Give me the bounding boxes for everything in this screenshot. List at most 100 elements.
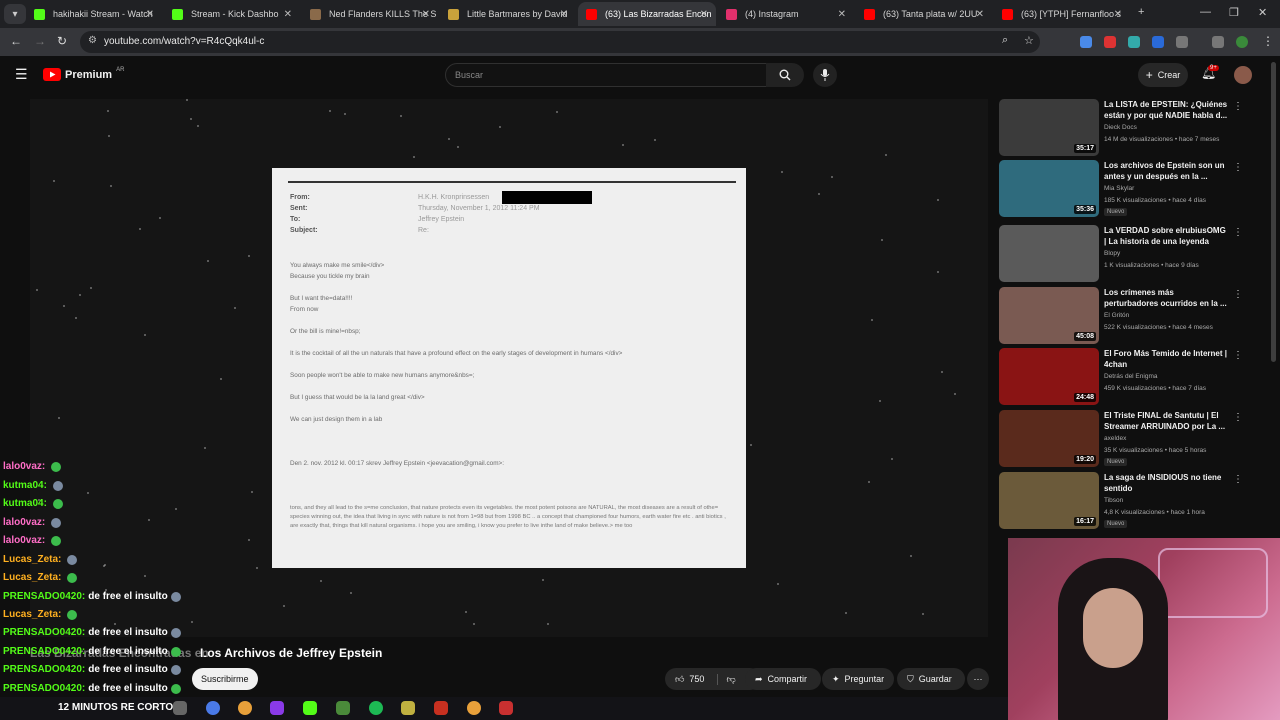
chrome-icon[interactable] <box>467 701 481 715</box>
close-icon[interactable]: ✕ <box>422 9 430 20</box>
close-icon[interactable]: ✕ <box>700 9 708 20</box>
browser-tab[interactable]: hakihakii Stream - Watch ✕ <box>26 2 162 26</box>
browser-tab[interactable]: (63) Tanta plata w/ 2UU ✕ <box>856 2 992 26</box>
close-icon[interactable]: ✕ <box>976 9 984 20</box>
taskbar-app-icon[interactable] <box>173 701 187 715</box>
taskbar-app-icon[interactable] <box>499 701 513 715</box>
extension-icon[interactable] <box>1152 36 1164 48</box>
browser-tab[interactable]: Stream - Kick Dashbo ✕ <box>164 2 300 26</box>
recommended-title[interactable]: La LISTA de EPSTEIN: ¿Quiénes están y po… <box>1104 99 1228 121</box>
close-icon[interactable]: ✕ <box>146 9 154 20</box>
like-count[interactable]: 750 <box>689 674 704 684</box>
more-actions-button[interactable]: ⋯ <box>967 668 989 690</box>
channel-name[interactable]: axeldex <box>1104 435 1126 442</box>
url-text[interactable]: youtube.com/watch?v=R4cQqk4ul-c <box>104 36 264 47</box>
extensions-puzzle-icon[interactable] <box>1176 36 1188 48</box>
recommended-video[interactable]: 35:36 Los archivos de Epstein son un ante… <box>999 160 1244 218</box>
more-options-icon[interactable]: ⋮ <box>1233 289 1243 300</box>
tab-search-button[interactable]: ▾ <box>4 4 26 24</box>
more-options-icon[interactable]: ⋮ <box>1233 350 1243 361</box>
thumbs-down-icon[interactable]: 👎︎ <box>717 673 736 685</box>
recommended-title[interactable]: La saga de INSIDIOUS no tiene sentido <box>1104 472 1228 494</box>
channel-name[interactable]: El Gritón <box>1104 312 1129 319</box>
recommended-title[interactable]: La VERDAD sobre elrubiusOMG | La histori… <box>1104 225 1228 247</box>
window-close-icon[interactable]: ✕ <box>1258 6 1267 19</box>
browser-tab[interactable]: Ned Flanders KILLS The S ✕ <box>302 2 438 26</box>
subscribe-button[interactable]: Suscribirme <box>192 668 258 690</box>
recommended-video[interactable]: La VERDAD sobre elrubiusOMG | La histori… <box>999 225 1244 283</box>
more-options-icon[interactable]: ⋮ <box>1233 101 1243 112</box>
extension-icon[interactable] <box>1128 36 1140 48</box>
video-thumbnail[interactable]: 16:17 <box>999 472 1099 529</box>
more-options-icon[interactable]: ⋮ <box>1233 162 1243 173</box>
recommended-title[interactable]: Los archivos de Epstein son un antes y u… <box>1104 160 1228 182</box>
voice-search-button[interactable] <box>813 63 837 87</box>
recommended-video[interactable]: 19:20 El Triste FINAL de Santutu | El Str… <box>999 410 1244 468</box>
zoom-icon[interactable]: ⌕ <box>1002 34 1008 47</box>
extension-icon[interactable] <box>1104 36 1116 48</box>
taskbar-app-icon[interactable] <box>206 701 220 715</box>
profile-icon[interactable] <box>1236 36 1248 48</box>
search-input[interactable]: Buscar <box>445 63 767 87</box>
close-icon[interactable]: ✕ <box>838 9 846 20</box>
video-thumbnail[interactable] <box>999 225 1099 282</box>
bookmark-star-icon[interactable]: ☆ <box>1024 34 1034 47</box>
video-thumbnail[interactable]: 35:36 <box>999 160 1099 217</box>
recommended-video[interactable]: 24:48 El Foro Más Temido de Internet | 4c… <box>999 348 1244 406</box>
hamburger-menu-icon[interactable]: ☰ <box>15 66 28 83</box>
spotify-icon[interactable] <box>369 701 383 715</box>
browser-tab-active[interactable]: (63) Las Bizarradas Encon ✕ <box>578 2 716 26</box>
back-icon[interactable]: ← <box>10 34 22 48</box>
tab-groups-icon[interactable] <box>1212 36 1224 48</box>
channel-name[interactable]: Tibson <box>1104 497 1123 504</box>
youtube-premium-logo[interactable]: Premium AR <box>43 67 124 81</box>
channel-name[interactable]: Detrás del Enigma <box>1104 373 1157 380</box>
recommended-video[interactable]: 16:17 La saga de INSIDIOUS no tiene senti… <box>999 472 1244 530</box>
forward-icon[interactable]: → <box>34 34 46 48</box>
restore-icon[interactable]: ❐ <box>1229 6 1239 19</box>
browser-tab[interactable]: (63) [YTPH] Fernanfloo s ✕ <box>994 2 1130 26</box>
recommended-title[interactable]: El Foro Más Temido de Internet | 4chan <box>1104 348 1228 370</box>
search-button[interactable] <box>766 63 804 87</box>
browser-tab[interactable]: (4) Instagram ✕ <box>718 2 854 26</box>
extension-icon[interactable] <box>1080 36 1092 48</box>
taskbar-app-icon[interactable] <box>270 701 284 715</box>
close-icon[interactable]: ✕ <box>560 9 568 20</box>
more-options-icon[interactable]: ⋮ <box>1233 412 1243 423</box>
browser-menu-icon[interactable]: ⋮ <box>1262 34 1274 48</box>
close-icon[interactable]: ✕ <box>1114 9 1122 20</box>
share-button[interactable]: ➦ Compartir <box>745 668 821 690</box>
taskbar-app-icon[interactable] <box>401 701 415 715</box>
thumbs-up-icon[interactable]: 👍︎ <box>675 674 684 685</box>
close-icon[interactable]: ✕ <box>284 9 292 20</box>
save-button[interactable]: ⛉ Guardar <box>897 668 965 690</box>
reload-icon[interactable]: ↻ <box>57 34 67 48</box>
create-button[interactable]: + Crear <box>1138 63 1188 87</box>
more-options-icon[interactable]: ⋮ <box>1233 227 1243 238</box>
minimize-icon[interactable]: — <box>1200 6 1211 18</box>
browser-tab[interactable]: Little Bartmares by David ✕ <box>440 2 576 26</box>
video-thumbnail[interactable]: 19:20 <box>999 410 1099 467</box>
more-options-icon[interactable]: ⋮ <box>1233 474 1243 485</box>
ask-button[interactable]: ✦ Preguntar <box>822 668 894 690</box>
channel-name[interactable]: Blopy <box>1104 250 1120 257</box>
channel-name[interactable]: Dieck Docs <box>1104 124 1137 131</box>
recommended-title[interactable]: Los crímenes más perturbadores ocurridos… <box>1104 287 1228 309</box>
new-tab-icon[interactable]: + <box>1138 6 1144 18</box>
channel-name[interactable]: Mia Skylar <box>1104 185 1134 192</box>
minecraft-icon[interactable] <box>336 701 350 715</box>
address-bar[interactable]: ⚙ youtube.com/watch?v=R4cQqk4ul-c ⌕ ☆ <box>80 31 1040 53</box>
page-scrollbar[interactable] <box>1271 62 1276 362</box>
kick-icon[interactable] <box>303 701 317 715</box>
recommended-video[interactable]: 45:08 Los crímenes más perturbadores ocur… <box>999 287 1244 345</box>
chrome-icon[interactable] <box>238 701 252 715</box>
recommended-title[interactable]: El Triste FINAL de Santutu | El Streamer… <box>1104 410 1228 432</box>
video-thumbnail[interactable]: 24:48 <box>999 348 1099 405</box>
taskbar-app-icon[interactable] <box>434 701 448 715</box>
video-player[interactable]: From: Sent: To: Subject: H.K.H. Kronprin… <box>30 99 988 637</box>
video-thumbnail[interactable]: 35:17 <box>999 99 1099 156</box>
recommended-video[interactable]: 35:17 La LISTA de EPSTEIN: ¿Quiénes están… <box>999 99 1244 157</box>
site-info-icon[interactable]: ⚙ <box>88 35 97 46</box>
video-thumbnail[interactable]: 45:08 <box>999 287 1099 344</box>
avatar[interactable] <box>1234 66 1252 84</box>
